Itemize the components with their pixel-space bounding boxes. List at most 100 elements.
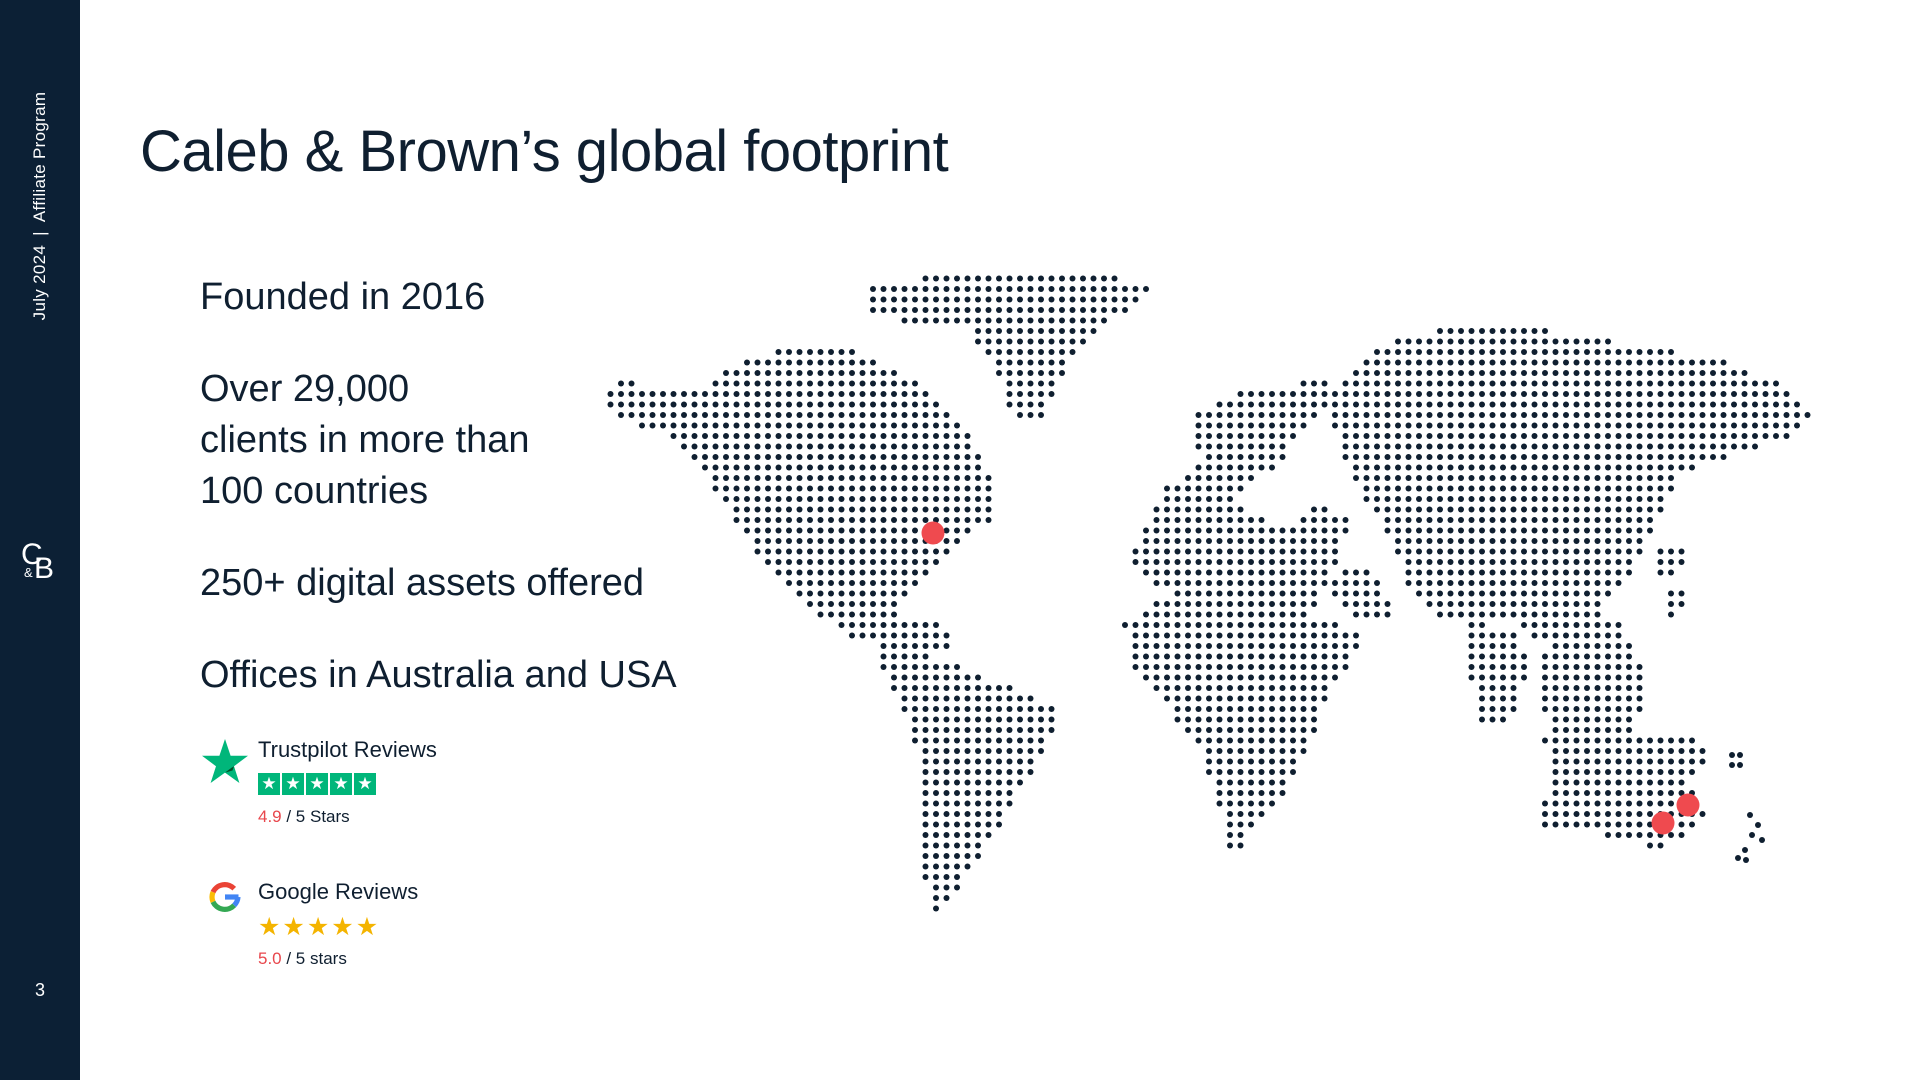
map-dot <box>1563 632 1569 639</box>
map-dot <box>922 527 929 534</box>
map-dot <box>912 317 918 324</box>
map-dot <box>933 790 939 796</box>
map-dot <box>849 380 855 387</box>
map-dot <box>954 737 960 744</box>
map-dot <box>1374 370 1380 376</box>
map-dot <box>880 653 887 660</box>
map-dot <box>775 569 782 576</box>
map-dot <box>1605 800 1611 807</box>
map-dot <box>1290 674 1296 681</box>
map-dot <box>891 517 897 523</box>
map-dot <box>1164 632 1170 639</box>
map-dot <box>807 359 813 366</box>
map-dot <box>1374 359 1380 366</box>
map-dot <box>1332 401 1338 408</box>
map-dot <box>975 475 981 481</box>
map-dot <box>1447 370 1454 376</box>
map-dot <box>1563 380 1569 387</box>
map-dot <box>1489 632 1496 639</box>
map-dot <box>1143 538 1149 544</box>
map-dot <box>1185 559 1191 565</box>
map-dot <box>1185 496 1191 502</box>
map-dot <box>1689 370 1695 376</box>
map-dot <box>1563 800 1569 807</box>
map-dot <box>1636 380 1643 387</box>
map-dot <box>1384 496 1391 502</box>
map-dot <box>1384 349 1391 355</box>
map-dot <box>1668 422 1674 429</box>
map-dot <box>1006 275 1013 282</box>
map-dot <box>1048 328 1055 334</box>
map-dot <box>1195 590 1202 597</box>
map-dot <box>943 454 950 460</box>
map-dot <box>975 454 981 460</box>
map-dot <box>1153 580 1160 586</box>
map-dot <box>1531 370 1538 376</box>
map-dot <box>880 643 887 649</box>
map-dot <box>817 370 824 376</box>
map-dot <box>796 433 803 439</box>
map-dot <box>996 811 1002 817</box>
map-dot <box>1752 422 1758 429</box>
map-dot <box>1216 800 1223 807</box>
map-dot <box>964 674 971 681</box>
page-number: 3 <box>34 980 45 1000</box>
map-dot <box>901 548 908 555</box>
map-dot <box>775 538 782 544</box>
map-dot <box>838 601 845 607</box>
map-dot <box>1321 401 1328 408</box>
map-dot <box>1773 412 1779 418</box>
map-dot <box>1552 559 1559 565</box>
map-dot <box>1185 569 1191 576</box>
map-dot <box>1237 811 1244 817</box>
map-dot <box>1531 622 1538 628</box>
map-dot <box>1300 685 1307 691</box>
map-dot <box>1605 590 1611 597</box>
map-dot <box>1332 664 1338 670</box>
map-dot <box>1248 548 1254 555</box>
map-dot <box>1531 559 1538 565</box>
map-dot <box>1038 275 1044 282</box>
map-dot <box>922 412 929 418</box>
map-dot <box>1069 317 1076 324</box>
map-dot <box>933 737 939 744</box>
map-dot <box>1290 758 1296 765</box>
map-dot <box>1038 338 1044 345</box>
map-dot <box>1195 569 1202 576</box>
map-dot <box>859 433 866 439</box>
map-dot <box>1657 779 1664 786</box>
map-dot <box>912 737 918 744</box>
map-dot <box>838 443 845 450</box>
map-dot <box>1174 632 1181 639</box>
map-dot <box>1048 727 1055 733</box>
map-dot <box>1563 685 1569 691</box>
map-dot <box>838 559 845 565</box>
trustpilot-score: 4.9 <box>258 807 282 826</box>
map-dot <box>1279 779 1286 786</box>
map-dot <box>1290 727 1296 733</box>
map-dot <box>1668 790 1674 796</box>
map-dot <box>880 664 887 670</box>
map-dot <box>880 422 887 429</box>
map-dot <box>1489 496 1496 502</box>
map-dot <box>828 601 834 607</box>
map-dot <box>1489 401 1496 408</box>
map-dot <box>1500 695 1506 702</box>
map-dot <box>933 863 939 870</box>
map-dot <box>1657 569 1664 576</box>
map-dot <box>838 496 845 502</box>
map-dot <box>1500 391 1506 397</box>
map-dot <box>1342 590 1349 597</box>
map-dot <box>870 611 876 618</box>
map-dot <box>1605 443 1611 450</box>
map-dot <box>975 758 981 765</box>
map-dot <box>1237 506 1244 513</box>
map-dot <box>891 401 897 408</box>
map-dot <box>1206 643 1212 649</box>
map-dot <box>1594 380 1601 387</box>
map-dot <box>807 464 813 471</box>
map-dot <box>1584 475 1590 481</box>
map-dot <box>912 527 918 534</box>
map-dot <box>1458 517 1464 523</box>
map-dot <box>985 685 992 691</box>
